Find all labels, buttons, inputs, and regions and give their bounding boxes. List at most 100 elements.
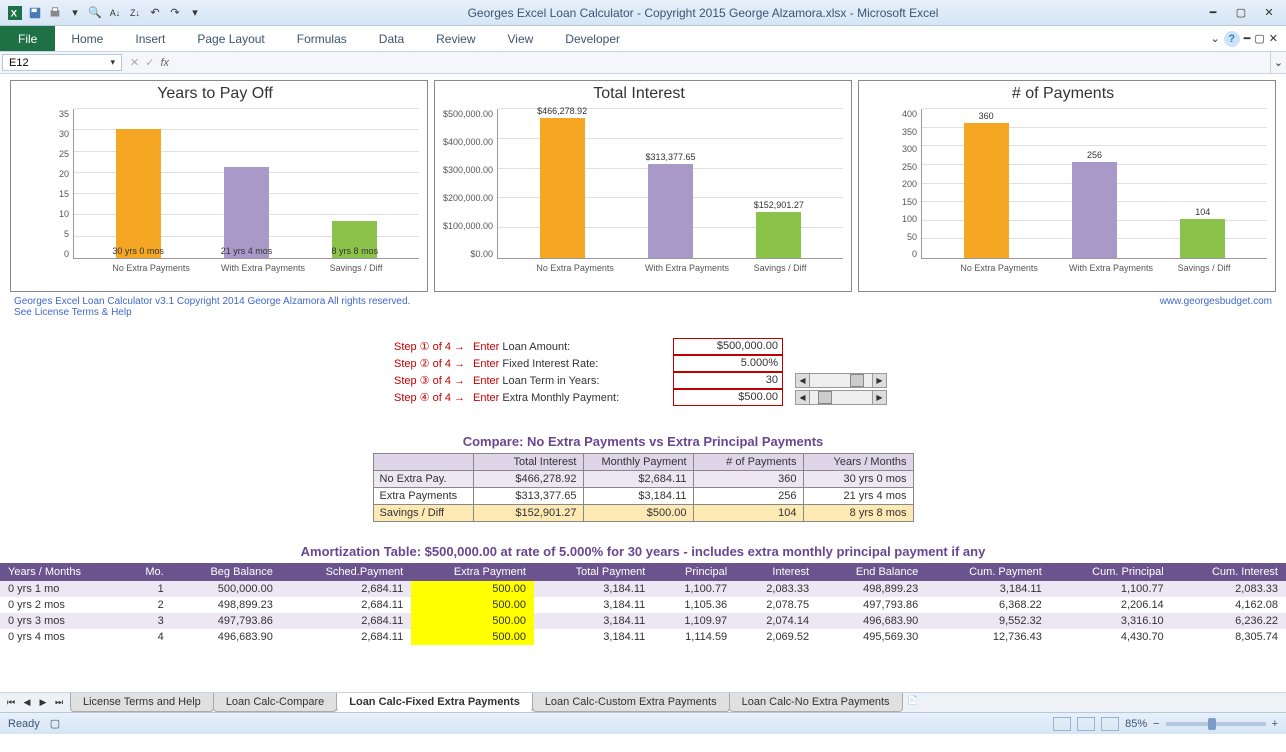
maximize-button[interactable]: ▢ — [1230, 4, 1252, 22]
workbook-restore-icon[interactable]: ▢ — [1254, 32, 1264, 45]
zoom-slider[interactable] — [1166, 722, 1266, 726]
redo-icon[interactable]: ↷ — [166, 4, 184, 22]
slider-left-icon[interactable]: ◀ — [796, 391, 810, 404]
amort-cell[interactable]: 3 — [124, 613, 172, 629]
compare-cell[interactable]: $3,184.11 — [583, 488, 693, 505]
amort-cell[interactable]: 498,899.23 — [817, 581, 926, 597]
amort-cell[interactable]: 497,793.86 — [172, 613, 281, 629]
fx-icon[interactable]: fx — [160, 57, 169, 69]
ribbon-tab-data[interactable]: Data — [363, 26, 420, 51]
qat-customize-icon[interactable]: ▾ — [186, 4, 204, 22]
workbook-minimize-icon[interactable]: ━ — [1244, 32, 1251, 45]
amort-cell[interactable]: 1,114.59 — [653, 629, 735, 645]
amort-cell[interactable]: 1 — [124, 581, 172, 597]
amort-cell[interactable]: 495,569.30 — [817, 629, 926, 645]
ribbon-tab-developer[interactable]: Developer — [549, 26, 636, 51]
amort-cell[interactable]: 500.00 — [411, 613, 534, 629]
slider-left-icon[interactable]: ◀ — [796, 374, 810, 387]
amort-cell[interactable]: 12,736.43 — [926, 629, 1050, 645]
step-input[interactable]: $500.00 — [673, 389, 783, 406]
copyright-link[interactable]: Georges Excel Loan Calculator v3.1 Copyr… — [14, 296, 410, 307]
slider-thumb[interactable] — [850, 374, 864, 387]
compare-cell[interactable]: No Extra Pay. — [373, 471, 473, 488]
compare-cell[interactable]: $152,901.27 — [473, 505, 583, 522]
amort-cell[interactable]: 1,105.36 — [653, 597, 735, 613]
amort-cell[interactable]: 4 — [124, 629, 172, 645]
compare-cell[interactable]: $313,377.65 — [473, 488, 583, 505]
macro-record-icon[interactable]: ▢ — [50, 717, 60, 730]
amort-cell[interactable]: 2,083.33 — [1172, 581, 1286, 597]
amort-cell[interactable]: 0 yrs 3 mos — [0, 613, 124, 629]
compare-cell[interactable]: 30 yrs 0 mos — [803, 471, 913, 488]
close-button[interactable]: ✕ — [1258, 4, 1280, 22]
step-input[interactable]: 30 — [673, 372, 783, 389]
amort-cell[interactable]: 0 yrs 4 mos — [0, 629, 124, 645]
formula-expand-icon[interactable]: ⌄ — [1270, 52, 1286, 73]
enter-formula-icon[interactable]: ✓ — [145, 56, 154, 69]
step-input[interactable]: $500,000.00 — [673, 338, 783, 355]
amort-cell[interactable]: 3,184.11 — [534, 629, 653, 645]
amort-cell[interactable]: 1,100.77 — [653, 581, 735, 597]
amort-cell[interactable]: 3,184.11 — [534, 581, 653, 597]
page-break-view-icon[interactable] — [1101, 717, 1119, 731]
minimize-button[interactable]: ━ — [1202, 4, 1224, 22]
amort-cell[interactable]: 1,109.97 — [653, 613, 735, 629]
excel-icon[interactable]: X — [6, 4, 24, 22]
name-box[interactable]: ▾ — [2, 54, 122, 71]
ribbon-tab-insert[interactable]: Insert — [119, 26, 181, 51]
amort-cell[interactable]: 0 yrs 2 mos — [0, 597, 124, 613]
workbook-close-icon[interactable]: ✕ — [1269, 32, 1278, 45]
amort-cell[interactable]: 2,684.11 — [281, 613, 411, 629]
amort-cell[interactable]: 8,305.74 — [1172, 629, 1286, 645]
find-icon[interactable]: 🔍 — [86, 4, 104, 22]
chart-0[interactable]: Years to Pay Off3530252015105030 yrs 0 m… — [10, 80, 428, 292]
amort-cell[interactable]: 500.00 — [411, 597, 534, 613]
sheet-tab[interactable]: Loan Calc-Compare — [213, 693, 337, 712]
ribbon-tab-page-layout[interactable]: Page Layout — [181, 26, 280, 51]
ribbon-tab-view[interactable]: View — [492, 26, 550, 51]
amort-cell[interactable]: 2,684.11 — [281, 597, 411, 613]
sort-desc-icon[interactable]: Z↓ — [126, 4, 144, 22]
amort-cell[interactable]: 496,683.90 — [817, 613, 926, 629]
zoom-level[interactable]: 85% — [1125, 718, 1147, 730]
tab-last-icon[interactable]: ⏭ — [52, 696, 66, 710]
chart-1[interactable]: Total Interest$500,000.00$400,000.00$300… — [434, 80, 852, 292]
slider-right-icon[interactable]: ▶ — [872, 374, 886, 387]
amort-cell[interactable]: 4,162.08 — [1172, 597, 1286, 613]
chart-2[interactable]: # of Payments400350300250200150100500360… — [858, 80, 1276, 292]
ribbon-minimize-icon[interactable]: ⌄ — [1211, 32, 1220, 45]
sort-asc-icon[interactable]: A↓ — [106, 4, 124, 22]
compare-cell[interactable]: 8 yrs 8 mos — [803, 505, 913, 522]
amort-cell[interactable]: 500.00 — [411, 629, 534, 645]
formula-input[interactable] — [175, 55, 1264, 70]
compare-cell[interactable]: Extra Payments — [373, 488, 473, 505]
tab-first-icon[interactable]: ⏮ — [4, 696, 18, 710]
dropdown-icon[interactable]: ▾ — [66, 4, 84, 22]
compare-cell[interactable]: $500.00 — [583, 505, 693, 522]
compare-cell[interactable]: 256 — [693, 488, 803, 505]
compare-cell[interactable]: 104 — [693, 505, 803, 522]
slider-right-icon[interactable]: ▶ — [872, 391, 886, 404]
amort-cell[interactable]: 0 yrs 1 mo — [0, 581, 124, 597]
amort-cell[interactable]: 498,899.23 — [172, 597, 281, 613]
tab-next-icon[interactable]: ▶ — [36, 696, 50, 710]
amort-cell[interactable]: 496,683.90 — [172, 629, 281, 645]
amort-cell[interactable]: 2,684.11 — [281, 581, 411, 597]
compare-cell[interactable]: 360 — [693, 471, 803, 488]
amort-cell[interactable]: 1,100.77 — [1050, 581, 1172, 597]
compare-cell[interactable]: $2,684.11 — [583, 471, 693, 488]
amort-cell[interactable]: 497,793.86 — [817, 597, 926, 613]
sheet-tab[interactable]: Loan Calc-Fixed Extra Payments — [336, 693, 533, 712]
name-box-input[interactable] — [9, 57, 99, 69]
amort-cell[interactable]: 9,552.32 — [926, 613, 1050, 629]
save-icon[interactable] — [26, 4, 44, 22]
amort-cell[interactable]: 6,368.22 — [926, 597, 1050, 613]
print-preview-icon[interactable] — [46, 4, 64, 22]
amort-cell[interactable]: 500.00 — [411, 581, 534, 597]
amort-cell[interactable]: 2,078.75 — [735, 597, 817, 613]
cancel-formula-icon[interactable]: ✕ — [130, 56, 139, 69]
amort-cell[interactable]: 3,184.11 — [534, 613, 653, 629]
normal-view-icon[interactable] — [1053, 717, 1071, 731]
amort-cell[interactable]: 2,069.52 — [735, 629, 817, 645]
amort-cell[interactable]: 2,074.14 — [735, 613, 817, 629]
